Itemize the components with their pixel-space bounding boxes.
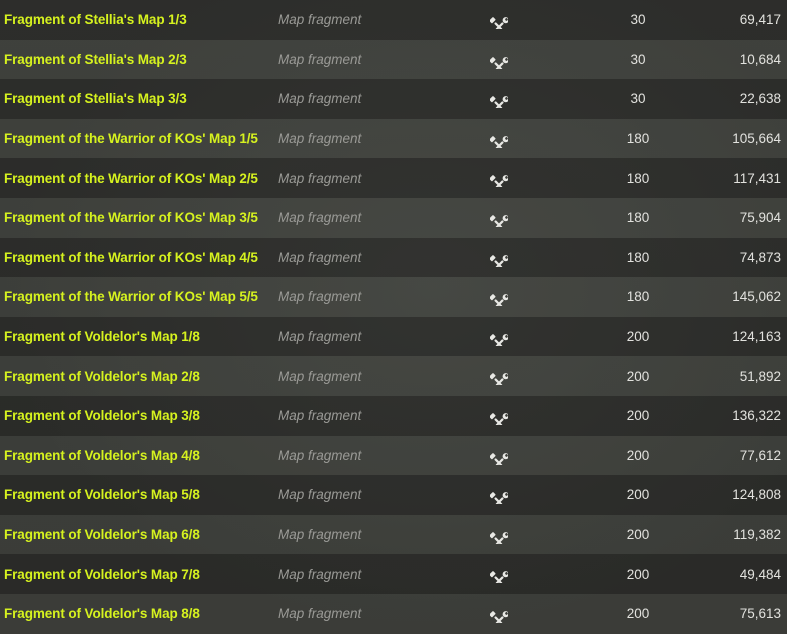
item-type: Map fragment [278,368,362,384]
item-name[interactable]: Fragment of the Warrior of KOs' Map 1/5 [4,131,258,146]
item-type: Map fragment [278,289,362,305]
item-type: Map fragment [278,210,362,226]
item-weight: 30 [630,12,646,28]
item-name[interactable]: Fragment of the Warrior of KOs' Map 2/5 [4,171,258,186]
item-type: Map fragment [278,131,362,147]
tools-icon [490,407,508,425]
tools-icon [490,367,508,386]
table-row[interactable]: Fragment of the Warrior of KOs' Map 5/5 … [0,277,787,317]
tools-icon [490,11,508,29]
tools-icon [490,605,508,623]
item-price: 74,873 [739,249,781,265]
tools-icon [490,328,508,346]
item-price: 136,322 [732,408,781,424]
table-row[interactable]: Fragment of Voldelor's Map 2/8 Map fragm… [0,356,787,396]
item-type: Map fragment [278,606,362,622]
tools-icon [490,90,508,109]
item-weight: 200 [626,329,650,345]
item-name[interactable]: Fragment of the Warrior of KOs' Map 4/5 [4,250,258,265]
item-weight: 180 [626,249,650,265]
tools-icon [490,130,508,148]
item-name[interactable]: Fragment of Stellia's Map 3/3 [4,91,187,106]
item-type: Map fragment [278,12,362,28]
item-price: 49,484 [739,566,781,582]
item-type: Map fragment [278,91,362,107]
item-weight: 180 [626,289,650,305]
item-name[interactable]: Fragment of Voldelor's Map 1/8 [4,329,200,344]
item-price: 22,638 [739,91,781,107]
tools-icon [490,447,508,465]
item-price: 105,664 [732,131,781,147]
item-price: 75,904 [739,210,781,226]
item-price: 77,612 [739,447,781,463]
table-row[interactable]: Fragment of the Warrior of KOs' Map 1/5 … [0,118,787,159]
item-name[interactable]: Fragment of Voldelor's Map 5/8 [4,487,200,502]
item-weight: 200 [626,487,650,503]
item-weight: 200 [626,566,650,582]
item-name[interactable]: Fragment of Stellia's Map 2/3 [4,52,187,67]
item-type: Map fragment [278,249,362,265]
item-name[interactable]: Fragment of Voldelor's Map 6/8 [4,527,200,542]
item-price: 124,163 [732,329,781,345]
item-name[interactable]: Fragment of Voldelor's Map 7/8 [4,567,200,582]
table-row[interactable]: Fragment of Voldelor's Map 6/8 Map fragm… [0,514,787,555]
table-row[interactable]: Fragment of Voldelor's Map 8/8 Map fragm… [0,593,787,634]
item-price: 69,417 [739,12,781,28]
item-name[interactable]: Fragment of Stellia's Map 1/3 [4,12,187,27]
item-price: 124,808 [732,487,781,503]
item-name[interactable]: Fragment of Voldelor's Map 3/8 [4,408,200,423]
item-weight: 180 [626,170,650,186]
item-weight: 200 [626,606,650,622]
item-name[interactable]: Fragment of the Warrior of KOs' Map 5/5 [4,289,258,304]
item-price: 10,684 [739,51,781,67]
item-type: Map fragment [278,170,362,186]
item-price: 75,613 [739,606,781,622]
table-row[interactable]: Fragment of Stellia's Map 2/3 Map fragme… [0,39,787,80]
item-type: Map fragment [278,51,362,67]
table-row[interactable]: Fragment of Stellia's Map 1/3 Map fragme… [0,0,787,40]
tools-icon [490,486,508,505]
item-weight: 200 [626,368,650,384]
item-type: Map fragment [278,408,362,424]
item-type: Map fragment [278,527,362,543]
item-weight: 200 [626,527,650,543]
item-list-table: Fragment of Stellia's Map 1/3 Map fragme… [0,0,787,634]
item-price: 51,892 [739,368,781,384]
table-row[interactable]: Fragment of the Warrior of KOs' Map 4/5 … [0,237,787,278]
table-row[interactable]: Fragment of Voldelor's Map 1/8 Map fragm… [0,316,787,357]
tools-icon [490,526,508,544]
table-row[interactable]: Fragment of Voldelor's Map 4/8 Map fragm… [0,435,787,476]
item-type: Map fragment [278,487,362,503]
item-weight: 30 [630,51,646,67]
item-weight: 200 [626,408,650,424]
item-weight: 180 [626,210,650,226]
item-name[interactable]: Fragment of Voldelor's Map 4/8 [4,448,200,463]
item-weight: 180 [626,131,650,147]
item-name[interactable]: Fragment of Voldelor's Map 2/8 [4,369,200,384]
tools-icon [490,565,508,584]
tools-icon [490,209,508,227]
table-row[interactable]: Fragment of Voldelor's Map 5/8 Map fragm… [0,475,787,515]
table-row[interactable]: Fragment of Voldelor's Map 3/8 Map fragm… [0,395,787,436]
item-price: 119,382 [733,527,781,543]
item-price: 145,062 [732,289,781,305]
item-type: Map fragment [278,566,362,582]
tools-icon [490,249,508,267]
item-weight: 30 [630,91,646,107]
tools-icon [490,169,508,188]
item-weight: 200 [626,447,650,463]
tools-icon [490,288,508,307]
item-name[interactable]: Fragment of the Warrior of KOs' Map 3/5 [4,210,258,225]
table-row[interactable]: Fragment of Voldelor's Map 7/8 Map fragm… [0,554,787,594]
item-type: Map fragment [278,447,362,463]
item-name[interactable]: Fragment of Voldelor's Map 8/8 [4,606,200,621]
item-type: Map fragment [278,329,362,345]
table-row[interactable]: Fragment of the Warrior of KOs' Map 2/5 … [0,158,787,198]
table-row[interactable]: Fragment of Stellia's Map 3/3 Map fragme… [0,79,787,119]
item-price: 117,431 [733,170,781,186]
tools-icon [490,51,508,69]
table-row[interactable]: Fragment of the Warrior of KOs' Map 3/5 … [0,197,787,238]
